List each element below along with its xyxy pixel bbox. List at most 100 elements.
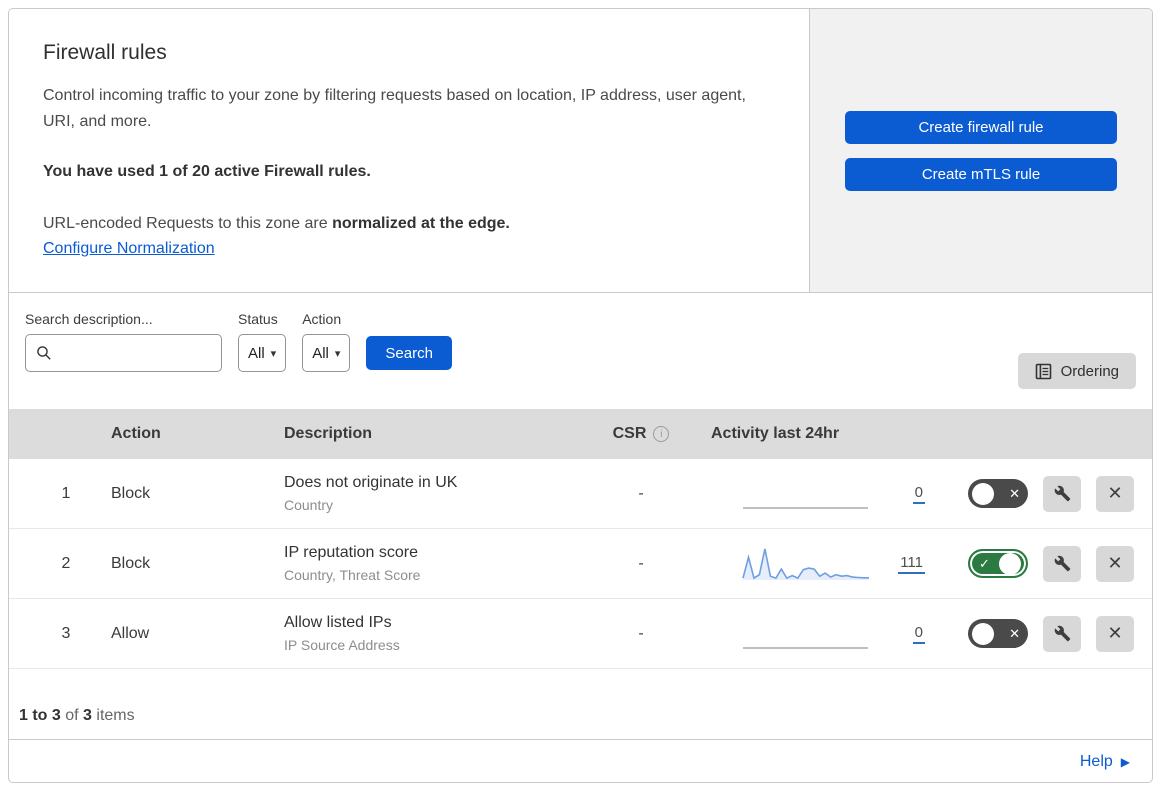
pagination-of: of bbox=[65, 707, 79, 724]
rule-controls: ✕ ✕ bbox=[939, 475, 1152, 512]
activity-count-link[interactable]: 111 bbox=[898, 554, 925, 574]
edit-rule-button[interactable] bbox=[1043, 615, 1081, 652]
table-row: 1 Block Does not originate in UK Country… bbox=[9, 459, 1152, 529]
activity-sparkline bbox=[741, 614, 871, 654]
edit-rule-button[interactable] bbox=[1043, 545, 1081, 582]
activity-count-link[interactable]: 0 bbox=[912, 624, 925, 644]
pagination-range: 1 to 3 bbox=[19, 707, 61, 724]
activity-count-link[interactable]: 0 bbox=[912, 484, 925, 504]
action-label: Action bbox=[302, 311, 342, 327]
status-filter-group: Status All ▾ bbox=[238, 311, 287, 372]
page-title: Firewall rules bbox=[43, 41, 167, 64]
help-link[interactable]: Help ▶ bbox=[1080, 753, 1130, 771]
usage-summary: You have used 1 of 20 active Firewall ru… bbox=[43, 163, 371, 180]
filter-bar: Search description... Status All ▾ Actio… bbox=[9, 293, 1152, 409]
rule-priority: 3 bbox=[61, 624, 71, 642]
status-dropdown[interactable]: All ▾ bbox=[238, 334, 287, 372]
rule-priority: 2 bbox=[61, 554, 71, 572]
rule-description: Allow listed IPs bbox=[284, 614, 392, 631]
chevron-down-icon: ▾ bbox=[270, 347, 277, 360]
rule-enabled-toggle[interactable]: ✕ bbox=[968, 479, 1028, 508]
activity-column-header: Activity last 24hr bbox=[711, 425, 840, 442]
ordering-icon bbox=[1035, 363, 1051, 379]
rule-activity-cell: 111 bbox=[701, 544, 939, 584]
overview-text: Firewall rules Control incoming traffic … bbox=[9, 9, 809, 292]
help-bar: Help ▶ bbox=[9, 740, 1152, 782]
normalization-text: URL-encoded Requests to this zone are bbox=[43, 215, 333, 232]
normalization-bold: normalized at the edge. bbox=[332, 215, 510, 232]
close-icon: ✕ bbox=[1107, 483, 1123, 503]
rule-csr-value: - bbox=[638, 484, 644, 502]
page-description: Control incoming traffic to your zone by… bbox=[43, 87, 746, 130]
table-header: Action Description CSR i Activity last 2… bbox=[9, 409, 1152, 459]
configure-normalization-link[interactable]: Configure Normalization bbox=[43, 240, 215, 258]
x-icon: ✕ bbox=[1009, 625, 1020, 641]
pagination-items: items bbox=[96, 707, 135, 724]
search-group: Search description... bbox=[25, 311, 222, 372]
search-input-wrapper bbox=[25, 334, 222, 372]
status-label: Status bbox=[238, 311, 278, 327]
rule-description: IP reputation score bbox=[284, 544, 419, 561]
action-column-header: Action bbox=[111, 425, 161, 442]
x-icon: ✕ bbox=[1009, 485, 1020, 501]
description-column-header: Description bbox=[284, 425, 373, 442]
actions-panel: Create firewall rule Create mTLS rule bbox=[809, 9, 1152, 292]
toggle-knob bbox=[999, 552, 1021, 575]
table-row: 2 Block IP reputation score Country, Thr… bbox=[9, 529, 1152, 599]
activity-sparkline bbox=[741, 474, 871, 514]
check-icon: ✓ bbox=[979, 555, 990, 571]
rule-enabled-toggle[interactable]: ✓ bbox=[968, 549, 1028, 578]
normalization-note: URL-encoded Requests to this zone are no… bbox=[43, 211, 769, 237]
firewall-rules-page: Firewall rules Control incoming traffic … bbox=[0, 0, 1161, 791]
pagination-total: 3 bbox=[83, 707, 92, 724]
rule-description: Does not originate in UK bbox=[284, 474, 458, 491]
info-icon[interactable]: i bbox=[653, 426, 670, 442]
delete-rule-button[interactable]: ✕ bbox=[1096, 615, 1134, 652]
help-arrow-icon: ▶ bbox=[1120, 755, 1130, 769]
rule-controls: ✕ ✕ bbox=[939, 615, 1152, 652]
overview-section: Firewall rules Control incoming traffic … bbox=[9, 9, 1152, 293]
rule-priority: 1 bbox=[61, 484, 71, 502]
rule-description-cell: Does not originate in UK Country bbox=[274, 474, 581, 513]
create-firewall-rule-button[interactable]: Create firewall rule bbox=[845, 110, 1117, 144]
ordering-button[interactable]: Ordering bbox=[1017, 353, 1136, 389]
search-input[interactable] bbox=[60, 344, 211, 362]
ordering-label: Ordering bbox=[1060, 362, 1119, 380]
rule-csr-value: - bbox=[638, 554, 644, 572]
rule-description-cell: IP reputation score Country, Threat Scor… bbox=[274, 544, 581, 583]
edit-rule-button[interactable] bbox=[1043, 475, 1081, 512]
action-filter-group: Action All ▾ bbox=[302, 311, 351, 372]
toggle-knob bbox=[972, 482, 994, 505]
toggle-knob bbox=[972, 622, 994, 645]
rule-controls: ✓ ✕ bbox=[939, 545, 1152, 582]
search-label: Search description... bbox=[25, 311, 153, 327]
wrench-icon bbox=[1054, 555, 1070, 572]
rule-criteria: Country bbox=[284, 497, 334, 513]
rule-action: Block bbox=[111, 554, 151, 572]
search-icon bbox=[37, 346, 51, 360]
rule-criteria: Country, Threat Score bbox=[284, 567, 421, 583]
csr-column-header: CSR i bbox=[581, 425, 701, 443]
rule-enabled-toggle[interactable]: ✕ bbox=[968, 619, 1028, 648]
rule-activity-cell: 0 bbox=[701, 474, 939, 514]
wrench-icon bbox=[1054, 485, 1070, 502]
delete-rule-button[interactable]: ✕ bbox=[1096, 475, 1134, 512]
action-value: All bbox=[312, 344, 329, 362]
rule-csr-value: - bbox=[638, 624, 644, 642]
help-label: Help bbox=[1079, 753, 1113, 770]
wrench-icon bbox=[1054, 625, 1070, 642]
delete-rule-button[interactable]: ✕ bbox=[1096, 545, 1134, 582]
create-mtls-rule-button[interactable]: Create mTLS rule bbox=[845, 157, 1117, 191]
csr-label: CSR bbox=[612, 425, 647, 442]
rule-action: Allow bbox=[111, 624, 150, 642]
rule-activity-cell: 0 bbox=[701, 614, 939, 654]
activity-sparkline bbox=[741, 544, 871, 584]
action-dropdown[interactable]: All ▾ bbox=[302, 334, 351, 372]
pagination-summary: 1 to 3 of 3 items bbox=[9, 669, 1152, 740]
rule-description-cell: Allow listed IPs IP Source Address bbox=[274, 614, 581, 653]
search-button[interactable]: Search bbox=[366, 336, 452, 370]
rule-action: Block bbox=[111, 484, 151, 502]
close-icon: ✕ bbox=[1107, 623, 1123, 643]
table-row: 3 Allow Allow listed IPs IP Source Addre… bbox=[9, 599, 1152, 669]
firewall-rules-card: Firewall rules Control incoming traffic … bbox=[8, 8, 1153, 783]
